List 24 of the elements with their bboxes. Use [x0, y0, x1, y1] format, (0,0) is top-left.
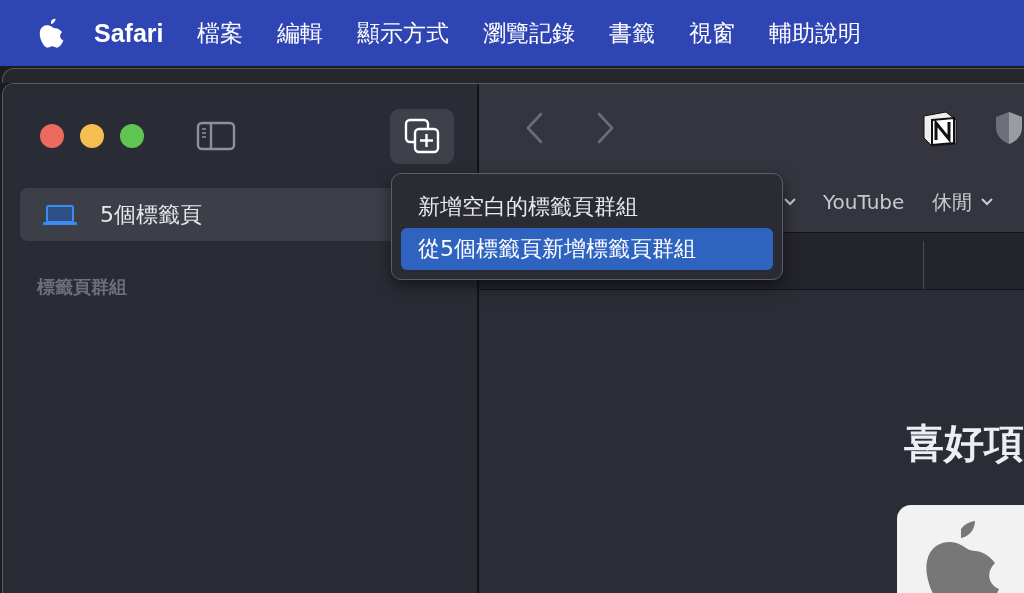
menu-item[interactable]: 視窗 — [689, 17, 736, 49]
menu-item[interactable]: 書籤 — [609, 17, 656, 49]
menu-item[interactable]: 檔案 — [197, 17, 244, 49]
menu-item[interactable]: 輔助說明 — [769, 17, 862, 49]
menu-item[interactable]: 編輯 — [277, 17, 324, 49]
shield-icon[interactable] — [994, 110, 1024, 146]
menu-item[interactable]: 從5個標籤頁新增標籤頁群組 — [401, 228, 773, 270]
menu-item[interactable]: 瀏覽記錄 — [483, 17, 576, 49]
minimize-button[interactable] — [80, 124, 104, 148]
add-tab-group-icon — [403, 117, 441, 155]
menu-item[interactable]: 顯示方式 — [357, 17, 450, 49]
notion-extension-icon[interactable] — [920, 108, 960, 148]
sidebar-toggle-icon[interactable] — [196, 121, 236, 151]
bookmark-folder[interactable]: 休閒 — [932, 188, 995, 216]
app-menu[interactable]: Safari — [94, 18, 164, 48]
zoom-button[interactable] — [120, 124, 144, 148]
close-button[interactable] — [40, 124, 64, 148]
chevron-down-icon — [980, 197, 995, 207]
favorites-heading: 喜好項 — [904, 419, 1024, 468]
apple-menu-icon[interactable] — [38, 18, 64, 48]
new-tab-group-button[interactable] — [390, 108, 454, 164]
section-header: 標籤頁群組 — [37, 275, 128, 299]
chevron-down-icon[interactable] — [783, 197, 797, 207]
bookmark-link[interactable]: YouTube — [823, 190, 905, 214]
